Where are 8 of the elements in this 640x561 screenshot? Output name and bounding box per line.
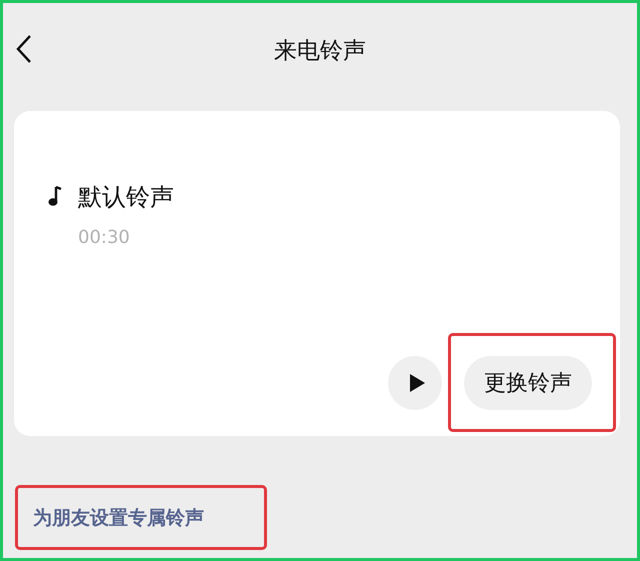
play-icon <box>408 372 426 392</box>
page-title: 来电铃声 <box>274 36 366 66</box>
back-icon[interactable] <box>15 34 33 64</box>
music-note-icon <box>48 186 62 208</box>
change-ringtone-button[interactable]: 更换铃声 <box>464 356 592 410</box>
ringtone-name: 默认铃声 <box>78 182 174 213</box>
ringtone-duration: 00:30 <box>78 227 130 248</box>
friend-ringtone-link[interactable]: 为朋友设置专属铃声 <box>33 504 204 530</box>
